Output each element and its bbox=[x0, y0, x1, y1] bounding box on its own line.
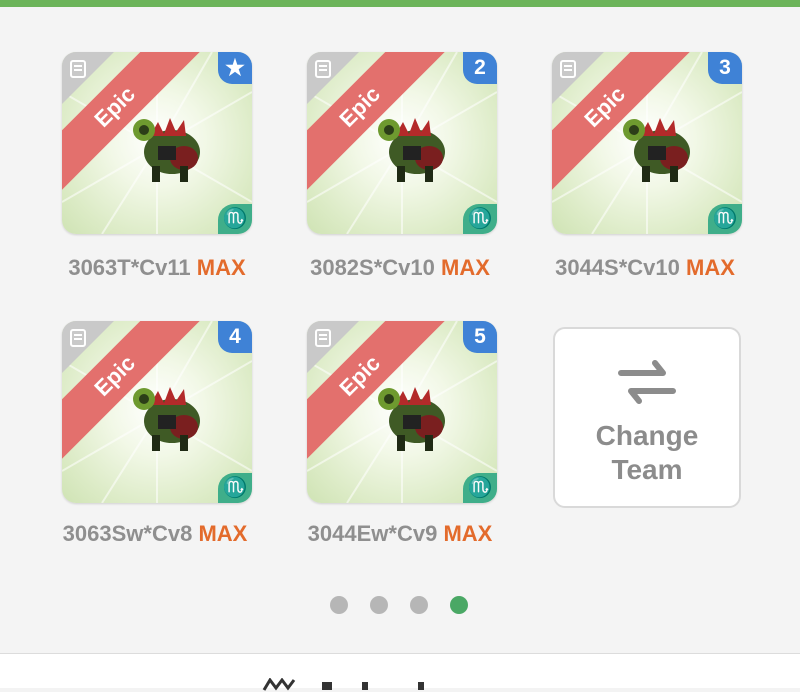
page-dot-4-active[interactable] bbox=[450, 596, 468, 614]
monster-sprite bbox=[378, 118, 445, 182]
cut-off-icon bbox=[262, 678, 296, 691]
level-max: MAX bbox=[441, 255, 490, 280]
pagination-dots bbox=[330, 596, 480, 614]
document-icon bbox=[70, 329, 86, 347]
monster-sprite bbox=[378, 387, 445, 451]
monster-card-1[interactable]: Epic ★ ♏ bbox=[62, 52, 252, 234]
document-icon bbox=[315, 60, 331, 78]
document-icon bbox=[315, 329, 331, 347]
change-team-label-line1: Change bbox=[595, 420, 699, 451]
monster-card-2[interactable]: Epic 2 ♏ bbox=[307, 52, 497, 234]
monster-sprite bbox=[133, 387, 200, 451]
monster-name: 3082S*Cv10 bbox=[310, 255, 435, 280]
change-team-label: Change Team bbox=[555, 419, 739, 487]
slot-number-badge: 2 bbox=[463, 52, 497, 84]
page-dot-1[interactable] bbox=[330, 596, 348, 614]
scorpio-icon: ♏ bbox=[218, 473, 252, 503]
monster-card-5[interactable]: Epic 5 ♏ bbox=[307, 321, 497, 503]
level-max: MAX bbox=[196, 255, 246, 280]
document-icon bbox=[70, 60, 86, 78]
document-icon bbox=[560, 60, 576, 78]
change-team-label-line2: Team bbox=[611, 454, 683, 485]
monster-card-3[interactable]: Epic 3 ♏ bbox=[552, 52, 742, 234]
monster-name: 3044S*Cv10 bbox=[555, 255, 680, 280]
monster-sprite bbox=[623, 118, 690, 182]
page-dot-2[interactable] bbox=[370, 596, 388, 614]
level-max: MAX bbox=[686, 255, 735, 280]
monster-label-4: 3063Sw*Cv8 MAX bbox=[25, 521, 285, 547]
monster-name: 3063Sw*Cv8 bbox=[62, 521, 193, 546]
bottom-toolbar-partial bbox=[0, 653, 800, 691]
scorpio-icon: ♏ bbox=[218, 204, 252, 234]
monster-label-3: 3044S*Cv10 MAX bbox=[515, 255, 775, 281]
page-dot-3[interactable] bbox=[410, 596, 428, 614]
change-team-button[interactable]: Change Team bbox=[553, 327, 741, 508]
scorpio-icon: ♏ bbox=[463, 473, 497, 503]
slot-number-badge: 4 bbox=[218, 321, 252, 353]
swap-arrows-icon bbox=[618, 360, 676, 404]
team-panel: Epic ★ ♏ 3063T*Cv11 MAX Epic 2 ♏ 3082S*C… bbox=[0, 7, 800, 653]
monster-label-1: 3063T*Cv11 MAX bbox=[27, 255, 287, 281]
monster-sprite bbox=[133, 118, 200, 182]
leader-star-icon: ★ bbox=[218, 52, 252, 84]
monster-label-5: 3044Ew*Cv9 MAX bbox=[270, 521, 530, 547]
slot-number-badge: 3 bbox=[708, 52, 742, 84]
monster-name: 3063T*Cv11 bbox=[68, 255, 191, 280]
slot-number-badge: 5 bbox=[463, 321, 497, 353]
scorpio-icon: ♏ bbox=[463, 204, 497, 234]
monster-label-2: 3082S*Cv10 MAX bbox=[270, 255, 530, 281]
level-max: MAX bbox=[443, 521, 493, 546]
top-accent-bar bbox=[0, 0, 800, 7]
cut-off-text-fragment bbox=[322, 682, 424, 690]
level-max: MAX bbox=[198, 521, 248, 546]
scorpio-icon: ♏ bbox=[708, 204, 742, 234]
monster-card-4[interactable]: Epic 4 ♏ bbox=[62, 321, 252, 503]
monster-name: 3044Ew*Cv9 bbox=[307, 521, 438, 546]
